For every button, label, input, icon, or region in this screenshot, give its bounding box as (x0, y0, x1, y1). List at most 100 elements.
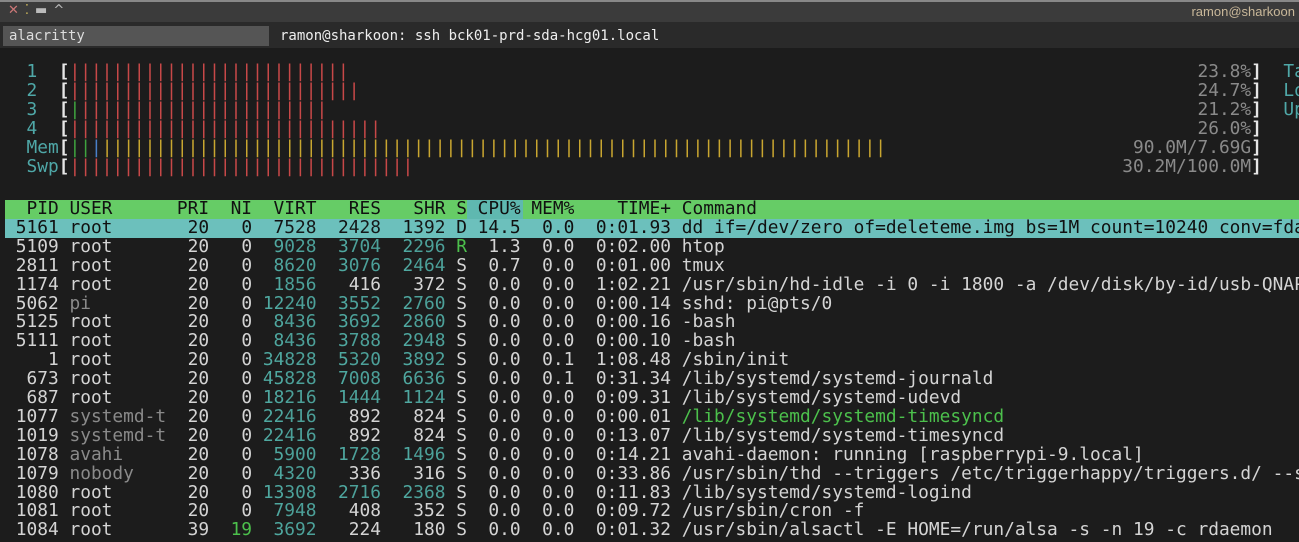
meter-bracket-open: [ (58, 79, 70, 101)
float-icon[interactable]: ⁚ (25, 3, 35, 18)
cell-cpu: 14.5 (477, 216, 521, 238)
cell-virt: 22416 (262, 424, 317, 446)
cell-shr: 824 (413, 424, 446, 446)
cell-shr: 2464 (402, 254, 446, 276)
process-row[interactable]: 1084 root 39 19 3692 224 180 S 0.0 0.0 0:01.32/usr… (5, 519, 1299, 541)
cell-time: 0:02.00 (595, 235, 672, 257)
cell-time: 0:13.07 (595, 424, 672, 446)
maximize-icon[interactable]: ^ (53, 3, 70, 18)
cell-res: 3076 (338, 254, 381, 276)
cell-pid: 1019 (15, 424, 59, 446)
cell-user: root (69, 273, 113, 295)
meter-bar-segment-red: ||||||||||||||||||||||| (80, 98, 328, 120)
cell-ni: 0 (241, 443, 253, 465)
cell-res: 3704 (338, 235, 381, 257)
cell-command: /usr/sbin/hd-idle -i 0 -i 1800 -a /dev/d… (681, 273, 1299, 295)
cell-time: 0:01.00 (595, 254, 672, 276)
cell-command: /lib/systemd/systemd-timesyncd (681, 424, 1005, 446)
cell-state: R (456, 235, 467, 257)
cell-time: 0:01.93 (595, 216, 672, 238)
process-row[interactable]: 5161 root 20 0 7528 2428 1392 D 14.5 0.0 0:01.93 dd… (5, 216, 1299, 238)
cell-state: S (456, 462, 467, 484)
cell-ni: 0 (241, 273, 253, 295)
cell-time: 0:01.32 (595, 519, 672, 541)
cell-pri: 20 (187, 273, 210, 295)
process-row[interactable]: 1078 avahi 20 0 5900 1728 1496 S 0.0 0.0 0:14.21 av… (5, 443, 1299, 465)
meter-bar-segment-green: | (69, 98, 81, 120)
window-controls: ✕⁚▬^ (8, 3, 70, 18)
meter-bracket-open: [ (58, 155, 70, 177)
cell-mem: 0.0 (542, 254, 575, 276)
cell-shr: 316 (413, 462, 446, 484)
cell-virt: 3692 (273, 519, 317, 541)
cell-command: /usr/sbin/thd --triggers /etc/triggerhap… (681, 462, 1299, 484)
cell-virt: 7528 (273, 216, 317, 238)
cell-command: dd if=/dev/zero of=deleteme.img bs=1M co… (681, 216, 1299, 238)
process-row[interactable]: 1077 systemd-t 20 0 22416 892 824 S 0.0 0.0 0:00.0… (5, 405, 1299, 427)
meter-label: 4 (26, 117, 38, 139)
meter-bracket-close: ] (1251, 117, 1262, 139)
cell-shr: 1392 (402, 216, 446, 238)
cell-pri: 20 (187, 235, 210, 257)
cell-command: htop (681, 235, 725, 257)
cell-shr: 824 (413, 405, 446, 427)
cell-cpu: 0.0 (488, 405, 521, 427)
htop-terminal[interactable]: 1[||||||||||||||||||||||||||23.8%]Ta2[||… (5, 48, 1299, 542)
cell-mem: 0.0 (542, 273, 575, 295)
cell-pri: 20 (187, 254, 210, 276)
meter-bracket-close: ] (1251, 79, 1262, 101)
process-row[interactable]: 1019 systemd-t 20 0 22416 892 824 S 0.0 0.0 0:13.0… (5, 424, 1299, 446)
meter-bar-segment-yellow: ||||||||||||||||||||||||||||||||||||||||… (101, 136, 886, 158)
cell-pid: 1078 (15, 443, 59, 465)
cell-res: 336 (348, 462, 381, 484)
cell-pri: 20 (187, 216, 210, 238)
meter-label: Swp (26, 155, 59, 177)
tab-alacritty[interactable]: alacritty (3, 26, 269, 46)
meter-bracket-close: ] (1251, 98, 1262, 120)
meter-value: 90.0M/7.69G (1133, 136, 1252, 158)
cell-res: 2428 (338, 216, 381, 238)
cell-user: systemd-t (69, 424, 167, 446)
meter-bar-segment-red: ||||||||||||||||||||||||||| (69, 79, 360, 101)
tab-bar: alacritty ramon@sharkoon: ssh bck01-prd-… (0, 22, 1299, 48)
cell-user: root (69, 216, 113, 238)
minimize-icon[interactable]: ▬ (35, 3, 53, 18)
meter-bracket-close: ] (1251, 136, 1262, 158)
cell-res: 892 (348, 424, 381, 446)
cell-cpu: 0.0 (488, 443, 521, 465)
meter-bar: |||||||||||||||||||||||||||||||| (69, 155, 414, 177)
window-user-host: ramon@sharkoon (1191, 4, 1295, 19)
close-icon[interactable]: ✕ (8, 3, 25, 18)
cell-cpu: 0.0 (488, 424, 521, 446)
cell-user: root (69, 235, 113, 257)
cell-cpu: 1.3 (488, 235, 521, 257)
cell-pid: 1079 (15, 462, 59, 484)
cell-pri: 20 (187, 443, 210, 465)
cell-user: nobody (69, 462, 134, 484)
meter-value: 30.2M/100.0M (1122, 155, 1252, 177)
cell-pri: 20 (187, 462, 210, 484)
process-row[interactable]: 2811 root 20 0 8620 3076 2464 S 0.7 0.0 0:01.00 tmu… (5, 254, 1299, 276)
cell-cpu: 0.0 (488, 462, 521, 484)
cell-pid: 5109 (15, 235, 59, 257)
meter-bracket-open: [ (58, 98, 70, 120)
meter-bar-segment-red: |||||||||||||||||||||||||||||||| (69, 155, 414, 177)
process-row[interactable]: 5109 root 20 0 9028 3704 2296 R 1.3 0.0 0:02.00 hto… (5, 235, 1299, 257)
cell-ni: 0 (241, 462, 253, 484)
terminal-title: ramon@sharkoon: ssh bck01-prd-sda-hcg01.… (280, 28, 660, 44)
cell-command: avahi-daemon: running [raspberrypi-9.loc… (681, 443, 1144, 465)
cell-mem: 0.0 (542, 405, 575, 427)
meter-value: 21.2% (1197, 98, 1252, 120)
cell-mem: 0.0 (542, 235, 575, 257)
process-row[interactable]: 1174 root 20 0 1856 416 372 S 0.0 0.0 1:02.21/usr/… (5, 273, 1299, 295)
meter-value: 26.0% (1197, 117, 1252, 139)
cell-user: root (69, 254, 113, 276)
cell-state: S (456, 273, 467, 295)
cell-shr: 2296 (402, 235, 446, 257)
process-row[interactable]: 1079 nobody 20 0 4320 336 316 S 0.0 0.0 0:33.86/us… (5, 462, 1299, 484)
cell-ni: 0 (241, 405, 253, 427)
cell-state: S (456, 424, 467, 446)
cell-mem: 0.0 (542, 462, 575, 484)
cell-mem: 0.0 (542, 216, 575, 238)
meter-bar-segment-green: || (69, 136, 91, 158)
